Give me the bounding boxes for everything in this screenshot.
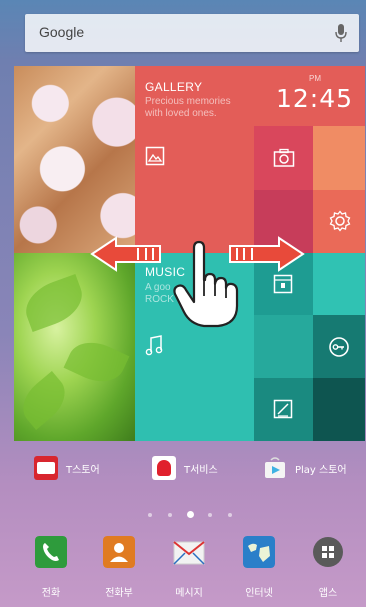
contacts-icon — [103, 536, 135, 568]
quick-app-label: T서비스 — [184, 465, 218, 476]
left-arrow-icon — [90, 236, 161, 272]
dock-label: 앱스 — [318, 588, 338, 599]
orange-tile[interactable] — [313, 126, 365, 190]
key-tile[interactable] — [313, 315, 365, 378]
home-screen: Google GALLERY Precious memories with lo… — [0, 0, 366, 607]
tservice-icon — [152, 456, 176, 480]
memo-icon — [273, 399, 293, 419]
archive-icon — [273, 274, 293, 294]
page-dot[interactable] — [168, 513, 172, 517]
gallery-tile[interactable]: GALLERY Precious memories with loved one… — [135, 66, 254, 253]
dock-label: 전화부 — [105, 588, 133, 599]
google-search-bar[interactable]: Google — [25, 14, 359, 52]
clock-ampm: PM — [309, 74, 321, 83]
page-dot[interactable] — [148, 513, 152, 517]
dock-label: 전화 — [41, 588, 61, 599]
search-label: Google — [39, 24, 85, 40]
dock-messages[interactable]: 메시지 — [158, 536, 218, 604]
clock-time: 12:45 — [275, 84, 353, 113]
page-dot[interactable] — [208, 513, 212, 517]
dock-phone[interactable]: 전화 — [20, 536, 80, 604]
tstore-icon — [34, 456, 58, 480]
page-indicator — [140, 510, 240, 522]
clock-tile[interactable]: PM 12:45 — [254, 66, 365, 126]
quick-app-label: Play 스토어 — [295, 465, 347, 476]
page-dot-active[interactable] — [187, 511, 194, 518]
play-store-icon — [265, 457, 285, 478]
gallery-subtitle-1: Precious memories — [145, 96, 231, 107]
gallery-title: GALLERY — [145, 80, 203, 94]
globe-icon — [243, 536, 275, 568]
music-note-icon — [145, 335, 163, 356]
settings-tile[interactable] — [313, 190, 365, 253]
apps-grid-icon — [313, 537, 343, 567]
cupcakes-photo-tile[interactable] — [14, 66, 135, 253]
dock-label: 인터넷 — [245, 588, 273, 599]
page-dot[interactable] — [228, 513, 232, 517]
mic-icon[interactable] — [335, 23, 347, 43]
quick-app-label: T스토어 — [66, 465, 100, 476]
dock-label: 메시지 — [175, 588, 203, 599]
gear-icon — [329, 210, 351, 232]
image-icon — [145, 146, 165, 166]
camera-tile[interactable] — [254, 126, 313, 190]
camera-icon — [273, 148, 295, 167]
teal-mid-tile[interactable] — [254, 315, 313, 378]
teal-light-tile[interactable] — [313, 253, 365, 315]
key-icon — [329, 337, 349, 357]
phone-icon — [35, 536, 67, 568]
leaves-photo-tile[interactable] — [14, 253, 135, 441]
dock-contacts[interactable]: 전화부 — [88, 536, 148, 604]
gallery-subtitle-2: with loved ones. — [145, 108, 217, 119]
memo-tile[interactable] — [254, 378, 313, 441]
dark-teal-tile[interactable] — [313, 378, 365, 441]
dock-apps[interactable]: 앱스 — [297, 536, 357, 604]
message-icon — [173, 541, 205, 565]
hand-pointer-icon — [173, 240, 239, 328]
dock-internet[interactable]: 인터넷 — [228, 536, 288, 604]
